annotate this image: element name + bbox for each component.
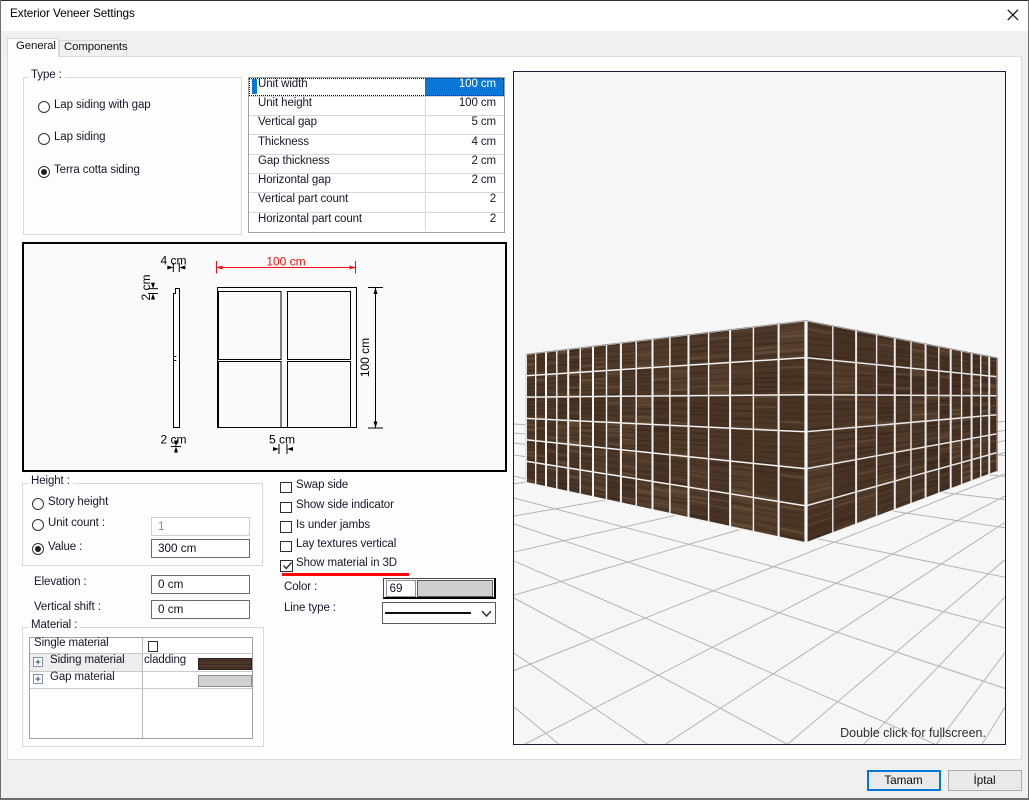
svg-text:2 cm: 2 cm: [139, 274, 153, 300]
svg-text:2 cm: 2 cm: [160, 433, 186, 447]
svg-text:100 cm: 100 cm: [358, 338, 372, 377]
svg-text:5 cm: 5 cm: [269, 433, 295, 447]
svg-text:100 cm: 100 cm: [266, 255, 305, 269]
